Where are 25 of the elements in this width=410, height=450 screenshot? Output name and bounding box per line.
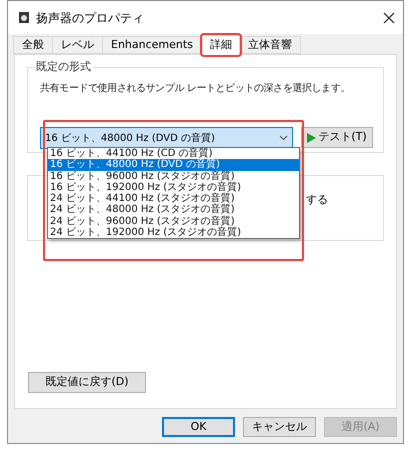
dialog-button[interactable]: OK xyxy=(162,417,235,437)
description-text: 共有モードで使用されるサンプル レートとビットの深さを選択します。 xyxy=(40,82,351,96)
option-text: する xyxy=(306,192,328,208)
format-option[interactable]: 24 ビット、44100 Hz (スタジオの音質) xyxy=(48,193,299,204)
restore-defaults-button[interactable]: 既定値に戻す(D) xyxy=(28,372,146,393)
close-icon[interactable] xyxy=(383,12,395,24)
format-option[interactable]: 24 ビット、192000 Hz (スタジオの音質) xyxy=(48,227,299,238)
tab[interactable]: レベル xyxy=(52,36,103,54)
test-button[interactable]: テスト(T) xyxy=(301,127,373,148)
format-option[interactable]: 24 ビット、48000 Hz (スタジオの音質) xyxy=(48,204,299,216)
format-option[interactable]: 16 ビット、44100 Hz (CD の音質) xyxy=(48,148,299,160)
chevron-down-icon xyxy=(279,135,288,141)
tab[interactable]: 詳細 xyxy=(202,35,240,55)
group-title: 既定の形式 xyxy=(34,60,93,74)
tab[interactable]: Enhancements xyxy=(102,36,202,54)
tab[interactable]: 全般 xyxy=(13,36,53,54)
format-option[interactable]: 16 ビット、96000 Hz (スタジオの音質) xyxy=(48,170,299,182)
format-dropdown[interactable]: 16 ビット、48000 Hz (DVD の音質) xyxy=(40,127,293,149)
play-icon xyxy=(307,132,316,142)
format-option[interactable]: 24 ビット、96000 Hz (スタジオの音質) xyxy=(48,216,299,228)
format-option[interactable]: 16 ビット、192000 Hz (スタジオの音質) xyxy=(48,182,299,194)
window-title: 扬声器のプロパティ xyxy=(36,10,145,26)
speaker-icon xyxy=(18,11,30,24)
format-option[interactable]: 16 ビット、48000 Hz (DVD の音質) xyxy=(48,159,299,171)
dialog-button[interactable]: キャンセル xyxy=(243,417,316,437)
